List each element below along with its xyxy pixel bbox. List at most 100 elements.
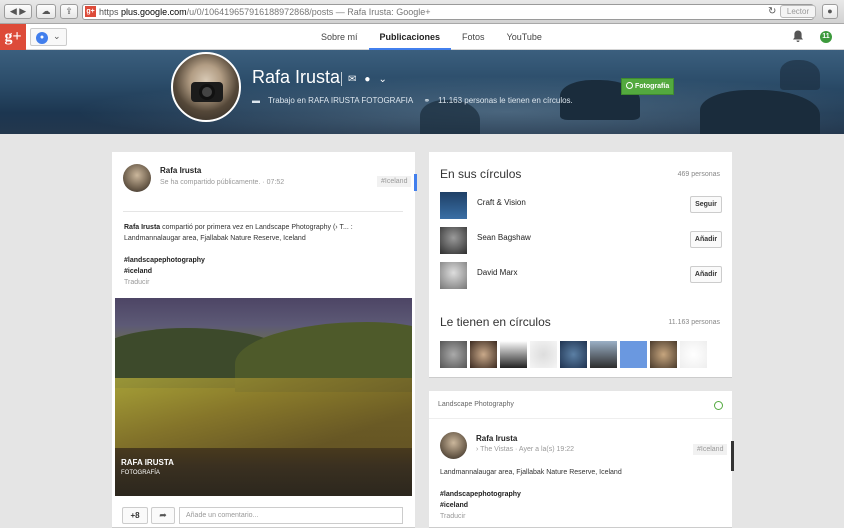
share-button[interactable]: ➦ bbox=[151, 507, 175, 524]
post-hashtag-chip[interactable]: #Iceland bbox=[693, 444, 728, 455]
chevron-down-icon: ⌄ bbox=[53, 31, 61, 41]
post-hashtag[interactable]: #landscapephotography bbox=[440, 491, 521, 498]
follower-avatar[interactable] bbox=[470, 341, 497, 368]
community-header: Landscape Photography bbox=[429, 391, 732, 419]
address-bar[interactable]: g+ https plus.google.com/u/0/106419657916… bbox=[82, 4, 814, 20]
post-body: Landmannalaugar area, Fjallabak Nature R… bbox=[440, 467, 722, 522]
tab-about[interactable]: Sobre mí bbox=[310, 24, 369, 50]
profile-work: Trabajo en RAFA IRUSTA FOTOGRAFIA bbox=[268, 96, 414, 105]
url-domain: plus.google.com bbox=[121, 7, 187, 17]
back-forward-buttons[interactable]: ◀ ▶ bbox=[4, 4, 32, 19]
profile-name: Rafa Irusta bbox=[252, 67, 341, 87]
reader-button[interactable]: Lector bbox=[780, 5, 816, 18]
post-hashtag[interactable]: #iceland bbox=[440, 502, 468, 509]
post-photo[interactable]: RAFA IRUSTA FOTOGRAFÍA bbox=[115, 298, 412, 496]
tab-photos[interactable]: Fotos bbox=[451, 24, 496, 50]
follower-avatar[interactable] bbox=[500, 341, 527, 368]
profile-tabs: Sobre mí Publicaciones Fotos YouTube bbox=[310, 24, 553, 50]
url-path: /u/0/106419657916188972868/posts bbox=[186, 7, 334, 17]
post-body: Rafa Irusta compartió por primera vez en… bbox=[124, 222, 406, 288]
post-location: Landmannalaugar area, Fjallabak Nature R… bbox=[124, 235, 306, 242]
url-scheme: https bbox=[99, 7, 119, 17]
translate-link[interactable]: Traducir bbox=[440, 513, 465, 520]
page-title-suffix: — Rafa Irusta: Google+ bbox=[333, 7, 431, 17]
person-avatar[interactable] bbox=[440, 227, 467, 254]
follower-avatar[interactable] bbox=[590, 341, 617, 368]
gplus-logo[interactable]: g+ bbox=[0, 24, 26, 50]
post-author-avatar[interactable] bbox=[440, 432, 467, 459]
follower-avatar[interactable] bbox=[650, 341, 677, 368]
community-title[interactable]: Landscape Photography bbox=[438, 401, 514, 408]
post-meta: Se ha compartido públicamente. · 07:52 bbox=[160, 179, 285, 186]
person-name[interactable]: Craft & Vision bbox=[477, 198, 526, 207]
list-item: Sean Bagshaw Añadir bbox=[440, 227, 722, 255]
community-post-card: Landscape Photography Rafa Irusta › The … bbox=[429, 391, 734, 528]
post-inline-author[interactable]: Rafa Irusta bbox=[124, 224, 160, 231]
downloads-icon[interactable]: ● bbox=[822, 4, 838, 19]
post-hashtag[interactable]: #iceland bbox=[124, 268, 152, 275]
post-author[interactable]: Rafa Irusta bbox=[160, 166, 201, 175]
chevron-down-icon[interactable]: ⌄ bbox=[378, 74, 386, 85]
follower-avatar[interactable] bbox=[680, 341, 707, 368]
profile-avatar[interactable] bbox=[171, 52, 241, 122]
person-name[interactable]: David Marx bbox=[477, 268, 517, 277]
divider bbox=[123, 211, 403, 212]
reload-icon[interactable]: ↻ bbox=[768, 5, 776, 18]
category-badge-label: Fotografía bbox=[635, 83, 670, 90]
follower-avatar[interactable] bbox=[530, 341, 557, 368]
post-shared-text: compartió por primera vez en Landscape P… bbox=[162, 224, 353, 231]
have-in-circles-count[interactable]: 11.163 personas bbox=[668, 319, 720, 326]
notification-badge[interactable]: 11 bbox=[820, 31, 832, 43]
post-location: Landmannalaugar area, Fjallabak Nature R… bbox=[440, 469, 622, 476]
translate-link[interactable]: Traducir bbox=[124, 279, 149, 286]
post-visibility: Se ha compartido públicamente. bbox=[160, 179, 261, 186]
watermark: RAFA IRUSTA FOTOGRAFÍA bbox=[121, 458, 174, 476]
tab-posts[interactable]: Publicaciones bbox=[368, 24, 452, 50]
hangout-icon[interactable]: ● bbox=[364, 74, 370, 85]
circles-icon: ⚭ bbox=[423, 96, 431, 105]
comment-input[interactable]: Añade un comentario... bbox=[179, 507, 403, 524]
list-item: Craft & Vision Seguir bbox=[440, 192, 722, 220]
in-circles-title[interactable]: En sus círculos bbox=[440, 167, 521, 181]
post-highlight-bar bbox=[414, 174, 417, 191]
post-author-avatar[interactable] bbox=[123, 164, 151, 192]
profile-name-tools: ✉ ● ⌄ bbox=[341, 71, 395, 87]
follower-avatar[interactable] bbox=[620, 341, 647, 368]
profile-meta: ▬ Trabajo en RAFA IRUSTA FOTOGRAFIA ⚭ 11.1… bbox=[252, 96, 581, 105]
gplus-favicon-icon: g+ bbox=[85, 6, 96, 17]
scroll-indicator bbox=[731, 441, 734, 471]
add-button[interactable]: Añadir bbox=[690, 231, 722, 248]
post-hashtag-chip[interactable]: #Iceland bbox=[377, 176, 412, 187]
community-icon[interactable] bbox=[714, 401, 723, 410]
have-in-circles-title[interactable]: Le tienen en círculos bbox=[440, 315, 551, 329]
add-button[interactable]: Añadir bbox=[690, 266, 722, 283]
list-item: David Marx Añadir bbox=[440, 262, 722, 290]
bell-icon[interactable] bbox=[792, 30, 804, 43]
follower-avatar[interactable] bbox=[560, 341, 587, 368]
post-meta: › The Vistas · Ayer a la(s) 19:22 bbox=[476, 446, 575, 453]
in-circles-count[interactable]: 469 personas bbox=[678, 171, 720, 178]
circles-card: En sus círculos 469 personas Craft & Vis… bbox=[429, 152, 732, 378]
follower-avatars bbox=[440, 341, 710, 368]
plus-one-button[interactable]: +8 bbox=[122, 507, 148, 524]
follow-button[interactable]: Seguir bbox=[690, 196, 722, 213]
person-avatar[interactable] bbox=[440, 262, 467, 289]
share-arrow-icon: ➦ bbox=[159, 510, 167, 520]
post-time[interactable]: 07:52 bbox=[267, 179, 285, 186]
identity-switcher[interactable]: ● ⌄ bbox=[30, 28, 67, 46]
circle-icon bbox=[626, 82, 633, 89]
category-badge[interactable]: Fotografía bbox=[621, 78, 674, 95]
browser-toolbar: ◀ ▶ ☁ ⇪ g+ https plus.google.com/u/0/1064… bbox=[0, 0, 844, 24]
mail-icon[interactable]: ✉ bbox=[348, 74, 356, 85]
user-icon: ● bbox=[36, 32, 48, 44]
post-author[interactable]: Rafa Irusta bbox=[476, 434, 517, 443]
cover-photo bbox=[0, 50, 844, 134]
profile-circles-count: 11.163 personas le tienen en círculos. bbox=[438, 96, 573, 105]
icloud-icon[interactable]: ☁ bbox=[36, 4, 56, 19]
person-name[interactable]: Sean Bagshaw bbox=[477, 233, 531, 242]
tab-youtube[interactable]: YouTube bbox=[496, 24, 553, 50]
share-icon[interactable]: ⇪ bbox=[60, 4, 78, 19]
person-avatar[interactable] bbox=[440, 192, 467, 219]
post-hashtag[interactable]: #landscapephotography bbox=[124, 257, 205, 264]
follower-avatar[interactable] bbox=[440, 341, 467, 368]
